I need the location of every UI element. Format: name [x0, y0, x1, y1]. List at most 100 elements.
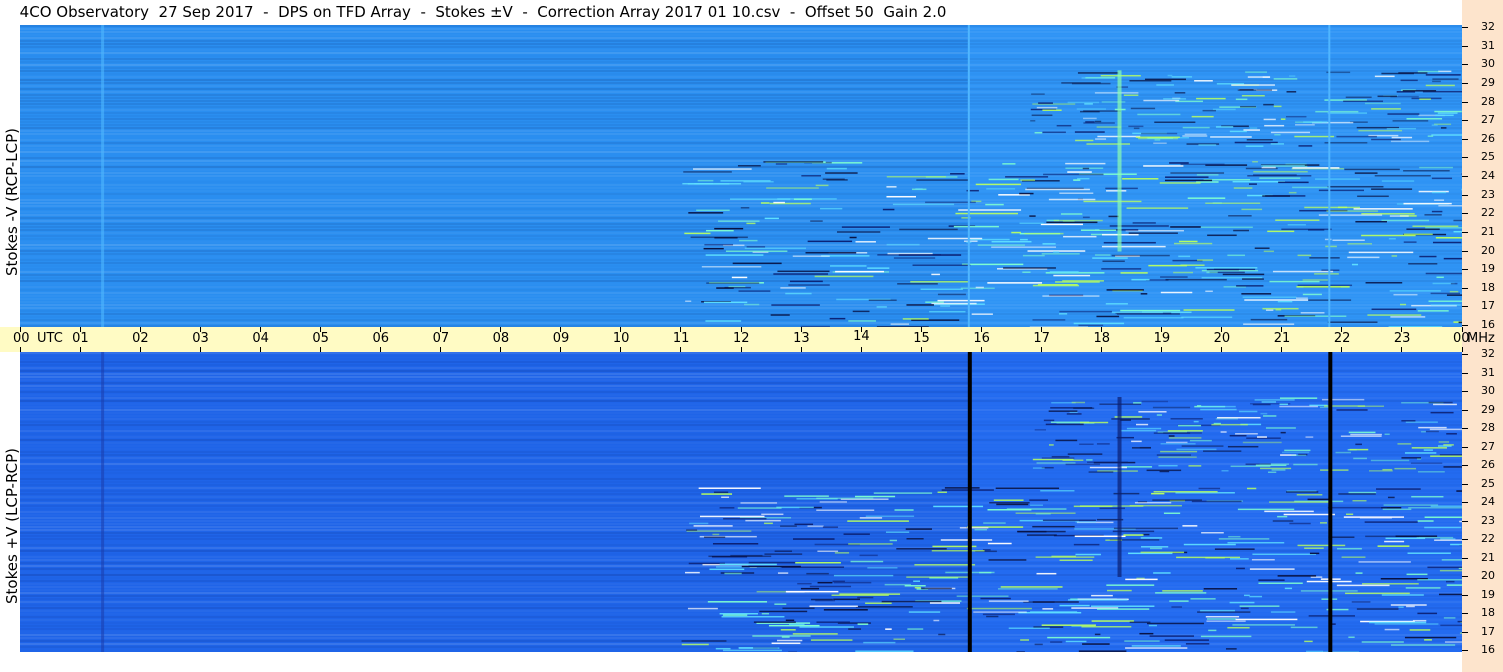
emission-streak: [1091, 605, 1155, 607]
frequency-tick-mark: [1462, 213, 1468, 215]
emission-streak: [1256, 436, 1267, 438]
emission-streak: [892, 203, 955, 206]
emission-streak: [940, 305, 951, 307]
emission-streak: [1443, 617, 1456, 619]
emission-streak: [1020, 238, 1028, 241]
emission-streak: [1242, 278, 1264, 280]
emission-streak: [1304, 547, 1324, 549]
frequency-tick-label: 25: [1481, 150, 1495, 164]
emission-streak: [1431, 134, 1462, 136]
emission-streak: [910, 281, 969, 283]
emission-streak: [703, 301, 748, 304]
frequency-tick-label: 19: [1481, 587, 1495, 601]
emission-streak: [1260, 164, 1305, 167]
emission-streak: [1197, 611, 1251, 613]
vertical-marker-line: [967, 352, 972, 652]
emission-streak: [1197, 259, 1214, 261]
emission-streak: [1062, 280, 1104, 282]
vertical-marker-line: [1328, 352, 1333, 652]
emission-streak: [1120, 272, 1148, 274]
emission-streak: [1387, 496, 1395, 499]
emission-streak: [937, 299, 985, 302]
time-unit-label: UTC: [37, 331, 63, 346]
emission-streak: [1096, 443, 1110, 445]
emission-streak: [1417, 578, 1462, 581]
emission-streak: [1237, 508, 1295, 511]
emission-streak: [1298, 145, 1313, 147]
emission-streak: [1036, 462, 1076, 464]
emission-streak: [1131, 447, 1151, 449]
emission-streak: [1171, 606, 1182, 608]
frequency-tick-label: 28: [1481, 94, 1495, 108]
emission-streak: [1043, 173, 1104, 176]
emission-streak: [1128, 232, 1178, 234]
emission-streak: [1240, 105, 1257, 108]
emission-streak: [1043, 419, 1055, 422]
emission-streak: [701, 266, 762, 268]
emission-streak: [1200, 226, 1253, 228]
emission-streak: [1294, 135, 1335, 138]
emission-streak: [931, 273, 940, 276]
emission-streak: [1453, 230, 1462, 233]
emission-streak: [829, 317, 846, 320]
emission-streak: [974, 528, 987, 531]
emission-streak: [1441, 559, 1462, 561]
emission-streak: [1198, 144, 1217, 146]
emission-streak: [1440, 624, 1462, 627]
emission-streak: [1174, 242, 1213, 245]
frequency-tick-mark: [1462, 631, 1468, 633]
emission-streak: [780, 287, 806, 289]
emission-streak: [777, 572, 789, 574]
emission-streak: [1097, 608, 1150, 610]
emission-streak: [1227, 626, 1250, 629]
emission-streak: [937, 293, 966, 296]
emission-streak: [958, 209, 1022, 211]
emission-streak: [986, 615, 999, 618]
frequency-tick-mark: [1462, 539, 1468, 540]
emission-streak: [1146, 469, 1182, 472]
emission-streak: [805, 251, 857, 254]
spectrogram-top-plot: [20, 25, 1462, 327]
emission-streak: [1430, 455, 1462, 457]
frequency-tick-label: 27: [1481, 113, 1495, 127]
emission-streak: [748, 561, 796, 564]
emission-streak: [833, 574, 894, 577]
emission-streak: [815, 184, 829, 187]
time-tick-label: 04: [252, 331, 269, 346]
emission-streak: [715, 647, 731, 650]
emission-streak: [979, 571, 992, 574]
emission-streak: [1365, 535, 1420, 538]
time-tick-label: 06: [372, 331, 390, 346]
emission-streak: [1406, 573, 1428, 576]
emission-streak: [1254, 399, 1295, 401]
time-tick-label: 22: [1333, 331, 1351, 346]
emission-streak: [832, 580, 845, 583]
emission-streak: [1261, 166, 1276, 169]
time-tick-label: 01: [72, 331, 89, 346]
emission-streak: [1423, 449, 1433, 451]
emission-streak: [920, 288, 963, 291]
frequency-tick-label: 29: [1481, 402, 1495, 416]
emission-streak: [921, 587, 952, 590]
emission-streak: [987, 509, 1032, 511]
emission-streak: [719, 563, 777, 566]
emission-streak: [1436, 276, 1444, 279]
emission-streak: [1022, 254, 1045, 257]
emission-streak: [1264, 124, 1285, 127]
emission-streak: [1263, 118, 1276, 121]
emission-streak: [1280, 431, 1286, 434]
vertical-marker-line: [967, 25, 970, 327]
emission-streak: [988, 600, 1029, 602]
emission-streak: [1449, 290, 1459, 293]
emission-streak: [1446, 580, 1455, 583]
emission-streak: [1193, 420, 1199, 423]
emission-streak: [1336, 135, 1377, 138]
emission-streak: [1429, 428, 1462, 431]
emission-streak: [1154, 121, 1196, 124]
emission-streak: [859, 517, 883, 519]
emission-streak: [764, 553, 803, 555]
emission-streak: [867, 567, 898, 569]
emission-streak: [1264, 510, 1314, 513]
emission-streak: [1094, 120, 1102, 123]
emission-streak: [1030, 120, 1036, 122]
